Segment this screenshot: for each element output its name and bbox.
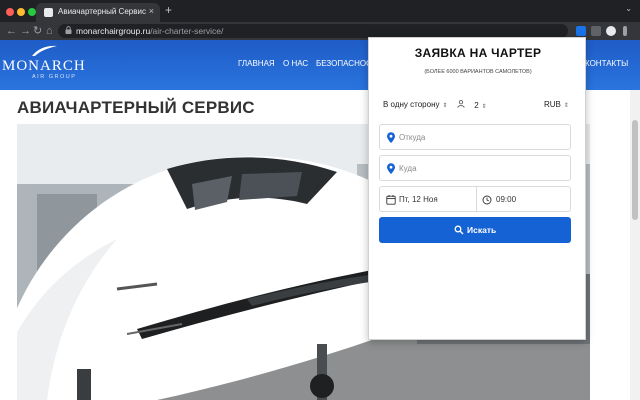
tab-title: Авиачартерный Сервис bbox=[58, 7, 146, 16]
popup-title: ЗАЯВКА НА ЧАРТЕР bbox=[414, 46, 542, 60]
new-tab-button[interactable]: + bbox=[165, 3, 172, 17]
nav-link-about[interactable]: О НАС bbox=[283, 59, 308, 68]
popup-subtitle: (БОЛЕЕ 6000 ВАРИАНТОВ САМОЛЕТОВ) bbox=[424, 69, 532, 75]
from-placeholder: Откуда bbox=[399, 133, 426, 142]
trip-type-arrows-icon: ⇕ bbox=[442, 103, 448, 109]
browser-window: Авиачартерный Сервис × + ⌄ ← → ↻ ⌂ monar… bbox=[0, 0, 640, 400]
passengers-arrows-icon: ⇕ bbox=[481, 104, 487, 110]
page-scrollbar-thumb[interactable] bbox=[632, 120, 638, 220]
to-placeholder: Куда bbox=[399, 164, 417, 173]
reload-button[interactable]: ↻ bbox=[33, 24, 42, 38]
address-bar[interactable]: monarchairgroup.ru/air-charter-service/ bbox=[58, 24, 568, 38]
site-logo[interactable]: MONARCH bbox=[2, 58, 86, 75]
extension-icon[interactable] bbox=[576, 26, 586, 36]
location-pin-icon bbox=[387, 132, 395, 143]
date-time-field: Пт, 12 Ноя 09:00 bbox=[379, 186, 571, 212]
tab-close-icon[interactable]: × bbox=[149, 6, 154, 16]
favicon-icon bbox=[44, 8, 53, 17]
location-pin-icon bbox=[387, 163, 395, 174]
trip-type-value: В одну сторону bbox=[383, 100, 440, 109]
search-button[interactable]: Искать bbox=[379, 217, 571, 243]
minimize-window-button[interactable] bbox=[17, 8, 25, 16]
field-divider bbox=[476, 187, 477, 211]
search-button-label: Искать bbox=[467, 225, 497, 235]
charter-request-popup: ЗАЯВКА НА ЧАРТЕР (БОЛЕЕ 6000 ВАРИАНТОВ С… bbox=[368, 37, 586, 340]
profile-avatar-icon[interactable] bbox=[606, 26, 616, 36]
forward-button[interactable]: → bbox=[20, 24, 31, 38]
time-value[interactable]: 09:00 bbox=[496, 195, 516, 204]
search-icon bbox=[454, 225, 464, 235]
url-text[interactable]: monarchairgroup.ru/air-charter-service/ bbox=[76, 26, 223, 36]
currency-arrows-icon: ⇕ bbox=[563, 103, 569, 109]
browser-menu-icon[interactable] bbox=[623, 26, 627, 36]
logo-swoosh-icon bbox=[32, 45, 57, 56]
browser-tab[interactable]: Авиачартерный Сервис × bbox=[36, 3, 160, 22]
close-window-button[interactable] bbox=[6, 8, 14, 16]
from-field[interactable]: Откуда bbox=[379, 124, 571, 150]
passengers-value: 2 bbox=[474, 101, 479, 110]
date-value[interactable]: Пт, 12 Ноя bbox=[399, 195, 438, 204]
maximize-window-button[interactable] bbox=[28, 8, 36, 16]
currency-value: RUB bbox=[544, 100, 561, 109]
nav-link-contacts[interactable]: КОНТАКТЫ bbox=[585, 59, 628, 68]
tab-bar: Авиачартерный Сервис × + ⌄ bbox=[0, 0, 640, 22]
trip-type-select[interactable]: В одну сторону ⇕ bbox=[383, 100, 448, 109]
home-button[interactable]: ⌂ bbox=[46, 24, 53, 38]
url-path: /air-charter-service/ bbox=[150, 26, 224, 36]
extensions-puzzle-icon[interactable] bbox=[591, 26, 601, 36]
passengers-select[interactable]: 2 ⇕ bbox=[457, 100, 487, 110]
calendar-icon bbox=[386, 195, 396, 205]
currency-select[interactable]: RUB ⇕ bbox=[544, 100, 569, 109]
tab-search-icon[interactable]: ⌄ bbox=[625, 4, 632, 13]
page-title: АВИАЧАРТЕРНЫЙ СЕРВИС bbox=[17, 98, 255, 117]
to-field[interactable]: Куда bbox=[379, 155, 571, 181]
lock-icon[interactable] bbox=[65, 26, 72, 36]
clock-icon bbox=[482, 195, 492, 205]
url-host: monarchairgroup.ru bbox=[76, 26, 151, 36]
back-button[interactable]: ← bbox=[6, 24, 17, 38]
passenger-icon bbox=[457, 100, 467, 110]
site-logo-subtitle: AIR GROUP bbox=[32, 74, 77, 80]
nav-link-home[interactable]: ГЛАВНАЯ bbox=[238, 59, 275, 68]
